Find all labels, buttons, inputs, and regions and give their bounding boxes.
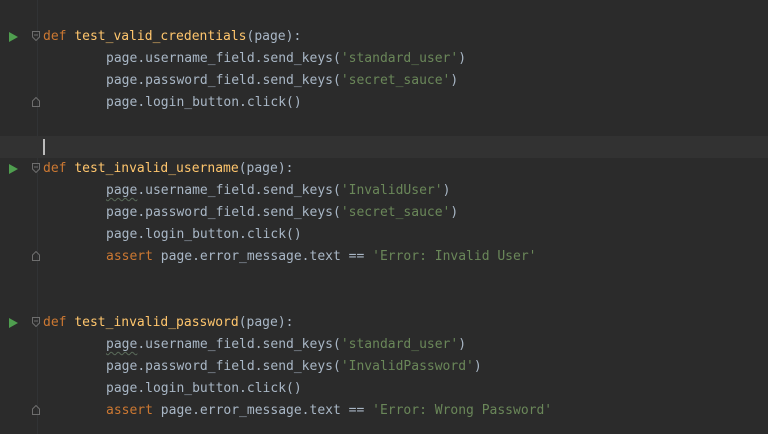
- function-definition: def test_invalid_password(page):: [43, 312, 293, 334]
- def-keyword: def: [43, 161, 67, 176]
- fold-end-icon[interactable]: [32, 97, 40, 107]
- page-ref: page: [106, 381, 138, 396]
- assert-keyword: assert: [106, 403, 153, 418]
- close-paren: ): [442, 183, 451, 198]
- page-ref: page: [106, 73, 138, 88]
- statement: page.login_button.click(): [106, 224, 302, 246]
- code-line[interactable]: page.password_field.send_keys('InvalidPa…: [0, 356, 768, 378]
- call-expr: .login_button.click(): [137, 227, 302, 242]
- def-keyword: def: [43, 29, 67, 44]
- code-line[interactable]: page.password_field.send_keys('secret_sa…: [0, 70, 768, 92]
- code-line[interactable]: assert page.error_message.text == 'Error…: [0, 246, 768, 268]
- string-literal: 'InvalidPassword': [340, 359, 474, 374]
- code-line[interactable]: def test_valid_credentials(page):: [0, 26, 768, 48]
- close-paren: ): [458, 51, 467, 66]
- code-line[interactable]: page.login_button.click(): [0, 378, 768, 400]
- run-test-icon[interactable]: [9, 164, 18, 174]
- fold-icon[interactable]: [32, 317, 40, 327]
- call-expr: .password_field.send_keys(: [137, 205, 341, 220]
- statement: page.login_button.click(): [106, 92, 302, 114]
- statement: page.username_field.send_keys('standard_…: [106, 48, 466, 70]
- assert-expr: page.error_message.text ==: [152, 403, 373, 418]
- string-literal: 'standard_user': [340, 337, 459, 352]
- function-definition: def test_valid_credentials(page):: [43, 26, 301, 48]
- function-params: (page):: [246, 29, 302, 44]
- page-ref: page: [106, 337, 138, 352]
- statement: page.login_button.click(): [106, 378, 302, 400]
- fold-icon[interactable]: [32, 31, 40, 41]
- fold-end-icon[interactable]: [32, 405, 40, 415]
- code-line[interactable]: page.login_button.click(): [0, 224, 768, 246]
- statement: page.username_field.send_keys('InvalidUs…: [106, 180, 450, 202]
- run-test-icon[interactable]: [9, 318, 18, 328]
- fold-end-icon[interactable]: [32, 251, 40, 261]
- close-paren: ): [458, 337, 467, 352]
- statement: page.username_field.send_keys('standard_…: [106, 334, 466, 356]
- page-ref: page: [106, 227, 138, 242]
- function-params: (page):: [238, 315, 294, 330]
- code-editor[interactable]: def test_valid_credentials(page): page.u…: [0, 0, 768, 434]
- page-ref: page: [106, 95, 138, 110]
- assert-keyword: assert: [106, 249, 153, 264]
- page-ref: page: [106, 183, 138, 198]
- function-definition: def test_invalid_username(page):: [43, 158, 293, 180]
- statement: page.password_field.send_keys('InvalidPa…: [106, 356, 482, 378]
- statement: assert page.error_message.text == 'Error…: [106, 400, 552, 422]
- string-literal: 'InvalidUser': [340, 183, 443, 198]
- call-expr: .username_field.send_keys(: [137, 183, 341, 198]
- call-expr: .username_field.send_keys(: [137, 337, 341, 352]
- code-line[interactable]: page.login_button.click(): [0, 92, 768, 114]
- code-line[interactable]: assert page.error_message.text == 'Error…: [0, 400, 768, 422]
- assert-expr: page.error_message.text ==: [152, 249, 373, 264]
- call-expr: .password_field.send_keys(: [137, 359, 341, 374]
- string-literal: 'standard_user': [340, 51, 459, 66]
- close-paren: ): [450, 205, 459, 220]
- string-literal: 'Error: Invalid User': [372, 249, 537, 264]
- text-caret: [43, 139, 45, 155]
- code-line[interactable]: page.username_field.send_keys('standard_…: [0, 334, 768, 356]
- string-literal: 'Error: Wrong Password': [372, 403, 553, 418]
- call-expr: .login_button.click(): [137, 95, 302, 110]
- function-name: test_valid_credentials: [74, 29, 247, 44]
- statement: assert page.error_message.text == 'Error…: [106, 246, 537, 268]
- def-keyword: def: [43, 315, 67, 330]
- string-literal: 'secret_sauce': [340, 73, 451, 88]
- page-ref: page: [106, 51, 138, 66]
- function-params: (page):: [238, 161, 294, 176]
- page-ref: page: [106, 359, 138, 374]
- run-test-icon[interactable]: [9, 32, 18, 42]
- call-expr: .login_button.click(): [137, 381, 302, 396]
- close-paren: ): [473, 359, 482, 374]
- call-expr: .username_field.send_keys(: [137, 51, 341, 66]
- call-expr: .password_field.send_keys(: [137, 73, 341, 88]
- function-name: test_invalid_username: [74, 161, 239, 176]
- statement: page.password_field.send_keys('secret_sa…: [106, 202, 458, 224]
- page-ref: page: [106, 205, 138, 220]
- current-line[interactable]: [0, 136, 768, 158]
- code-line[interactable]: def test_invalid_password(page):: [0, 312, 768, 334]
- close-paren: ): [450, 73, 459, 88]
- fold-icon[interactable]: [32, 163, 40, 173]
- statement: page.password_field.send_keys('secret_sa…: [106, 70, 458, 92]
- function-name: test_invalid_password: [74, 315, 239, 330]
- code-line[interactable]: page.username_field.send_keys('standard_…: [0, 48, 768, 70]
- code-line[interactable]: page.username_field.send_keys('InvalidUs…: [0, 180, 768, 202]
- code-line[interactable]: page.password_field.send_keys('secret_sa…: [0, 202, 768, 224]
- code-line[interactable]: def test_invalid_username(page):: [0, 158, 768, 180]
- string-literal: 'secret_sauce': [340, 205, 451, 220]
